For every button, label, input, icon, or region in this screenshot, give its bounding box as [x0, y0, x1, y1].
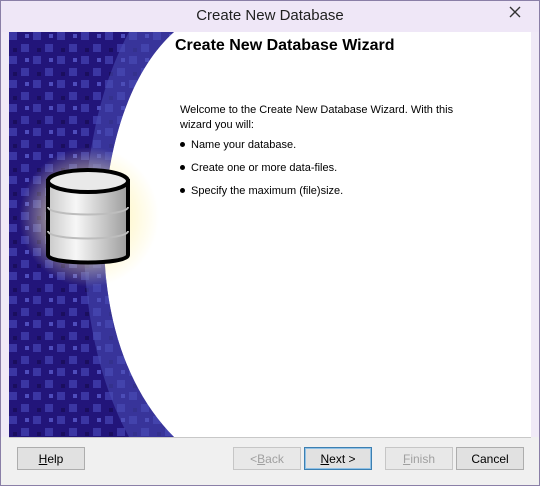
- button-label: <: [250, 451, 258, 466]
- button-label: elp: [47, 451, 64, 466]
- bullet-icon: [180, 188, 185, 193]
- button-label: Cancel: [471, 451, 509, 466]
- button-label: ext >: [329, 451, 356, 466]
- button-accelerator: N: [320, 451, 330, 466]
- finish-button[interactable]: Finish: [385, 447, 453, 470]
- list-item: Specify the maximum (file)size.: [180, 184, 343, 207]
- wizard-heading: Create New Database Wizard: [175, 37, 395, 54]
- bullet-icon: [180, 142, 185, 147]
- back-button[interactable]: < Back: [233, 447, 301, 470]
- divider: [9, 437, 531, 438]
- database-icon: [46, 168, 130, 265]
- close-icon: [509, 6, 521, 18]
- next-button[interactable]: Next >: [304, 447, 372, 470]
- button-accelerator: B: [257, 451, 266, 466]
- cancel-button[interactable]: Cancel: [456, 447, 524, 470]
- close-button[interactable]: [497, 2, 533, 22]
- step-label: Create one or more data-files.: [191, 162, 338, 174]
- button-label: ack: [265, 451, 284, 466]
- step-label: Specify the maximum (file)size.: [191, 185, 344, 197]
- help-button[interactable]: Help: [17, 447, 85, 470]
- wizard-intro-text: Welcome to the Create New Database Wizar…: [180, 104, 454, 131]
- step-label: Name your database.: [191, 139, 297, 151]
- list-item: Name your database.: [180, 138, 343, 161]
- list-item: Create one or more data-files.: [180, 161, 343, 184]
- bullet-icon: [180, 165, 185, 170]
- button-accelerator: H: [38, 451, 48, 466]
- button-accelerator: F: [402, 451, 411, 466]
- wizard-page: Create New Database Wizard Welcome to th…: [9, 32, 531, 437]
- wizard-steps-list: Name your database. Create one or more d…: [180, 138, 343, 207]
- title-bar[interactable]: Create New Database: [1, 1, 539, 32]
- window-title: Create New Database: [196, 7, 344, 24]
- button-label: inish: [410, 451, 436, 466]
- wizard-window: Create New Database Create New Database …: [0, 0, 540, 486]
